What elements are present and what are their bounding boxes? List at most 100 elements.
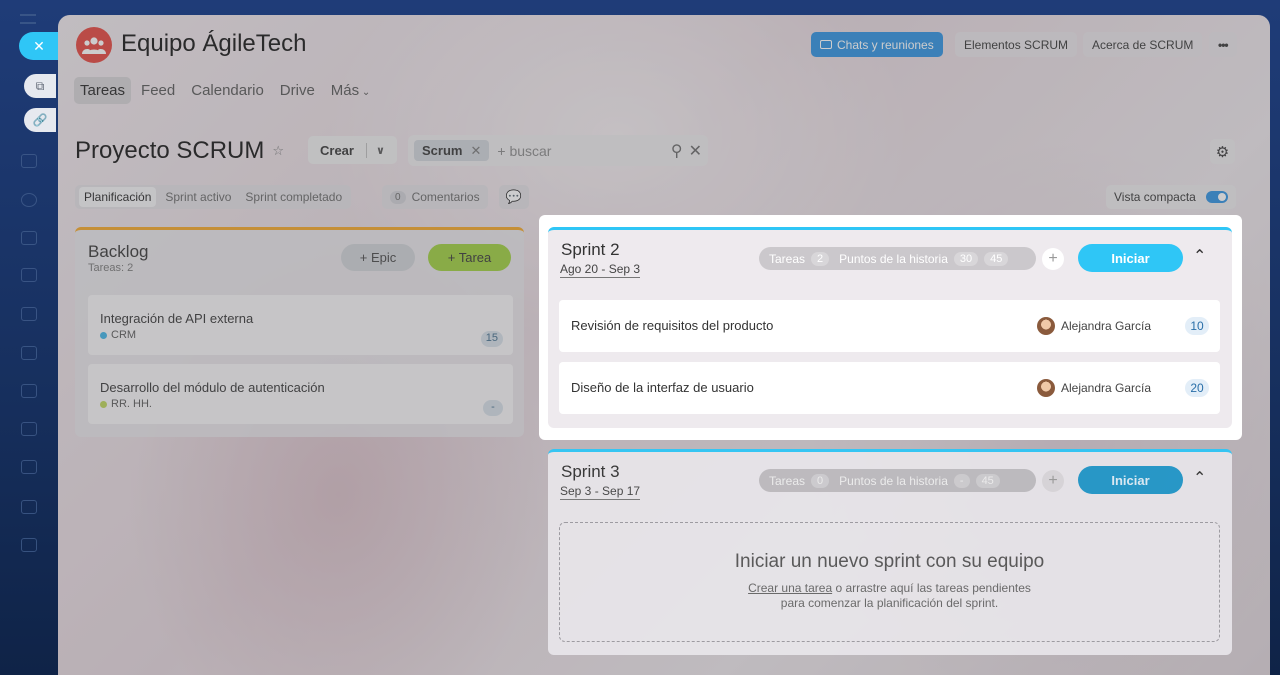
gear-icon: ⚙ — [1215, 143, 1230, 161]
search-input[interactable]: + buscar — [497, 143, 665, 159]
close-slider-button[interactable]: ✕ — [19, 32, 59, 60]
backlog-item[interactable]: Desarrollo del módulo de autenticación R… — [88, 364, 513, 424]
sprint-stats: Tareas 0 Puntos de la historia - 45 — [759, 469, 1036, 492]
story-points-badge[interactable]: 20 — [1185, 379, 1209, 397]
more-menu-button[interactable]: ••• — [1209, 32, 1237, 57]
add-epic-button[interactable]: + Epic — [341, 244, 415, 271]
rail-settings-icon[interactable] — [21, 193, 37, 207]
rail-apps-icon[interactable] — [21, 460, 37, 474]
add-task-button[interactable]: + Tarea — [428, 244, 511, 271]
add-task-to-sprint-button[interactable]: + — [1042, 248, 1064, 270]
task-name[interactable]: Integración de API externa — [100, 311, 253, 326]
sprint-panel: Sprint 2 Ago 20 - Sep 3 Tareas 2 Puntos … — [548, 227, 1232, 428]
settings-gear-button[interactable]: ⚙ — [1210, 139, 1235, 164]
start-sprint-button[interactable]: Iniciar — [1078, 466, 1183, 494]
sprint-panel: Sprint 3 Sep 3 - Sep 17 Tareas 0 Puntos … — [548, 449, 1232, 655]
open-in-new-window-button[interactable]: ⧉ — [24, 74, 56, 98]
backlog-title: Backlog — [88, 242, 149, 261]
epic-color-dot — [100, 400, 107, 408]
tab-tareas[interactable]: Tareas — [74, 77, 132, 104]
backlog-item[interactable]: Integración de API externa CRM 15 — [88, 295, 513, 355]
sprint-stats: Tareas 2 Puntos de la historia 30 45 — [759, 247, 1036, 270]
backlog-panel: Backlog Tareas: 2 + Epic + Tarea Integra… — [75, 227, 524, 437]
pin-icon[interactable]: ☆ — [272, 143, 284, 159]
tab-planificacion[interactable]: Planificación — [79, 187, 157, 207]
assignee[interactable]: Alejandra García — [1037, 379, 1151, 397]
create-button[interactable]: Crear ∨ — [308, 136, 397, 164]
view-tabs: Planificación Sprint activo Sprint compl… — [75, 185, 352, 209]
create-task-link[interactable]: Crear una tarea — [748, 581, 832, 595]
rail-card-icon[interactable] — [21, 346, 37, 360]
rail-document-icon[interactable] — [21, 268, 37, 282]
task-name[interactable]: Desarrollo del módulo de autenticación — [100, 380, 325, 395]
assignee[interactable]: Alejandra García — [1037, 317, 1151, 335]
clear-search-icon[interactable]: ✕ — [689, 141, 702, 161]
task-name[interactable]: Revisión de requisitos del producto — [571, 318, 773, 333]
project-title-row: Proyecto SCRUM ☆ — [75, 137, 284, 165]
tab-drive[interactable]: Drive — [274, 77, 321, 104]
chats-meetings-button[interactable]: Chats y reuniones — [811, 32, 943, 57]
sprint-task-row[interactable]: Revisión de requisitos del producto Alej… — [559, 300, 1220, 352]
scrum-elements-button[interactable]: Elementos SCRUM — [955, 32, 1078, 57]
tab-mas[interactable]: Más ⌄ — [325, 77, 377, 104]
sprint-dates[interactable]: Ago 20 - Sep 3 — [560, 262, 641, 278]
filter-chip-scrum[interactable]: Scrum ✕ — [414, 140, 490, 161]
task-name[interactable]: Diseño de la interfaz de usuario — [571, 380, 754, 395]
sprint-task-row[interactable]: Diseño de la interfaz de usuario Alejand… — [559, 362, 1220, 414]
story-points-badge[interactable]: - — [483, 400, 503, 416]
rail-tasks-icon[interactable] — [21, 154, 37, 168]
epic-color-dot — [100, 331, 107, 339]
tab-sprint-completado[interactable]: Sprint completado — [240, 187, 347, 207]
avatar — [1037, 379, 1055, 397]
epic-tag[interactable]: CRM — [100, 329, 136, 341]
copy-link-button[interactable]: 🔗 — [24, 108, 56, 132]
rail-mail-icon[interactable] — [21, 384, 37, 398]
sprint-title: Sprint 3 — [561, 462, 620, 481]
rail-calendar-icon[interactable] — [21, 231, 37, 245]
avatar — [1037, 317, 1055, 335]
tab-feed[interactable]: Feed — [135, 77, 181, 104]
chevron-down-icon: ⌄ — [359, 87, 371, 98]
sprint-dates[interactable]: Sep 3 - Sep 17 — [560, 484, 641, 500]
search-icon[interactable]: ⚲ — [671, 141, 683, 161]
remove-filter-icon[interactable]: ✕ — [470, 143, 481, 159]
toggle-switch[interactable] — [1205, 191, 1228, 203]
empty-sprint-text: Crear una tarea o arrastre aquí las tare… — [748, 581, 1031, 610]
backlog-task-count: Tareas: 2 — [88, 262, 134, 274]
about-scrum-button[interactable]: Acerca de SCRUM — [1083, 32, 1203, 57]
external-link-icon: ⧉ — [35, 78, 45, 93]
search-filter-bar[interactable]: Scrum ✕ + buscar ⚲ ✕ — [408, 135, 708, 166]
story-points-badge[interactable]: 10 — [1185, 317, 1209, 335]
project-title: Proyecto SCRUM — [75, 137, 265, 164]
menu-icon[interactable] — [20, 14, 36, 24]
rail-board-icon[interactable] — [21, 307, 37, 321]
scrum-panel: Equipo ÁgileTech Chats y reuniones Eleme… — [58, 15, 1270, 675]
sprint-title: Sprint 2 — [561, 240, 620, 259]
comments-count: 0 — [390, 190, 406, 204]
chat-bubbles-icon[interactable]: 💬 — [499, 185, 529, 209]
comments-button[interactable]: 0 Comentarios — [382, 185, 488, 209]
story-points-badge[interactable]: 15 — [480, 331, 503, 347]
add-task-to-sprint-button[interactable]: + — [1042, 470, 1064, 492]
app-rail: ✕ ⧉ 🔗 — [0, 0, 59, 675]
epic-tag[interactable]: RR. HH. — [100, 398, 152, 410]
rail-filter-icon[interactable] — [21, 500, 37, 514]
team-title: Equipo ÁgileTech — [121, 30, 307, 57]
compact-view-toggle[interactable]: Vista compacta — [1106, 185, 1236, 209]
chevron-up-icon[interactable]: ⌃ — [1193, 246, 1206, 266]
team-tabs: Tareas Feed Calendario Drive Más ⌄ — [74, 77, 376, 104]
sprint-drop-zone[interactable]: Iniciar un nuevo sprint con su equipo Cr… — [559, 522, 1220, 642]
link-icon: 🔗 — [32, 113, 48, 127]
tab-sprint-activo[interactable]: Sprint activo — [160, 187, 236, 207]
chevron-up-icon[interactable]: ⌃ — [1193, 468, 1206, 488]
rail-contacts-icon[interactable] — [21, 422, 37, 436]
rail-group-icon[interactable] — [21, 538, 37, 552]
video-camera-icon — [820, 40, 832, 49]
chevron-down-icon[interactable]: ∨ — [367, 144, 394, 157]
team-logo — [76, 27, 112, 63]
tab-calendario[interactable]: Calendario — [185, 77, 270, 104]
empty-sprint-heading: Iniciar un nuevo sprint con su equipo — [734, 551, 1045, 572]
close-icon: ✕ — [33, 37, 45, 54]
team-icon — [82, 37, 106, 54]
start-sprint-button[interactable]: Iniciar — [1078, 244, 1183, 272]
